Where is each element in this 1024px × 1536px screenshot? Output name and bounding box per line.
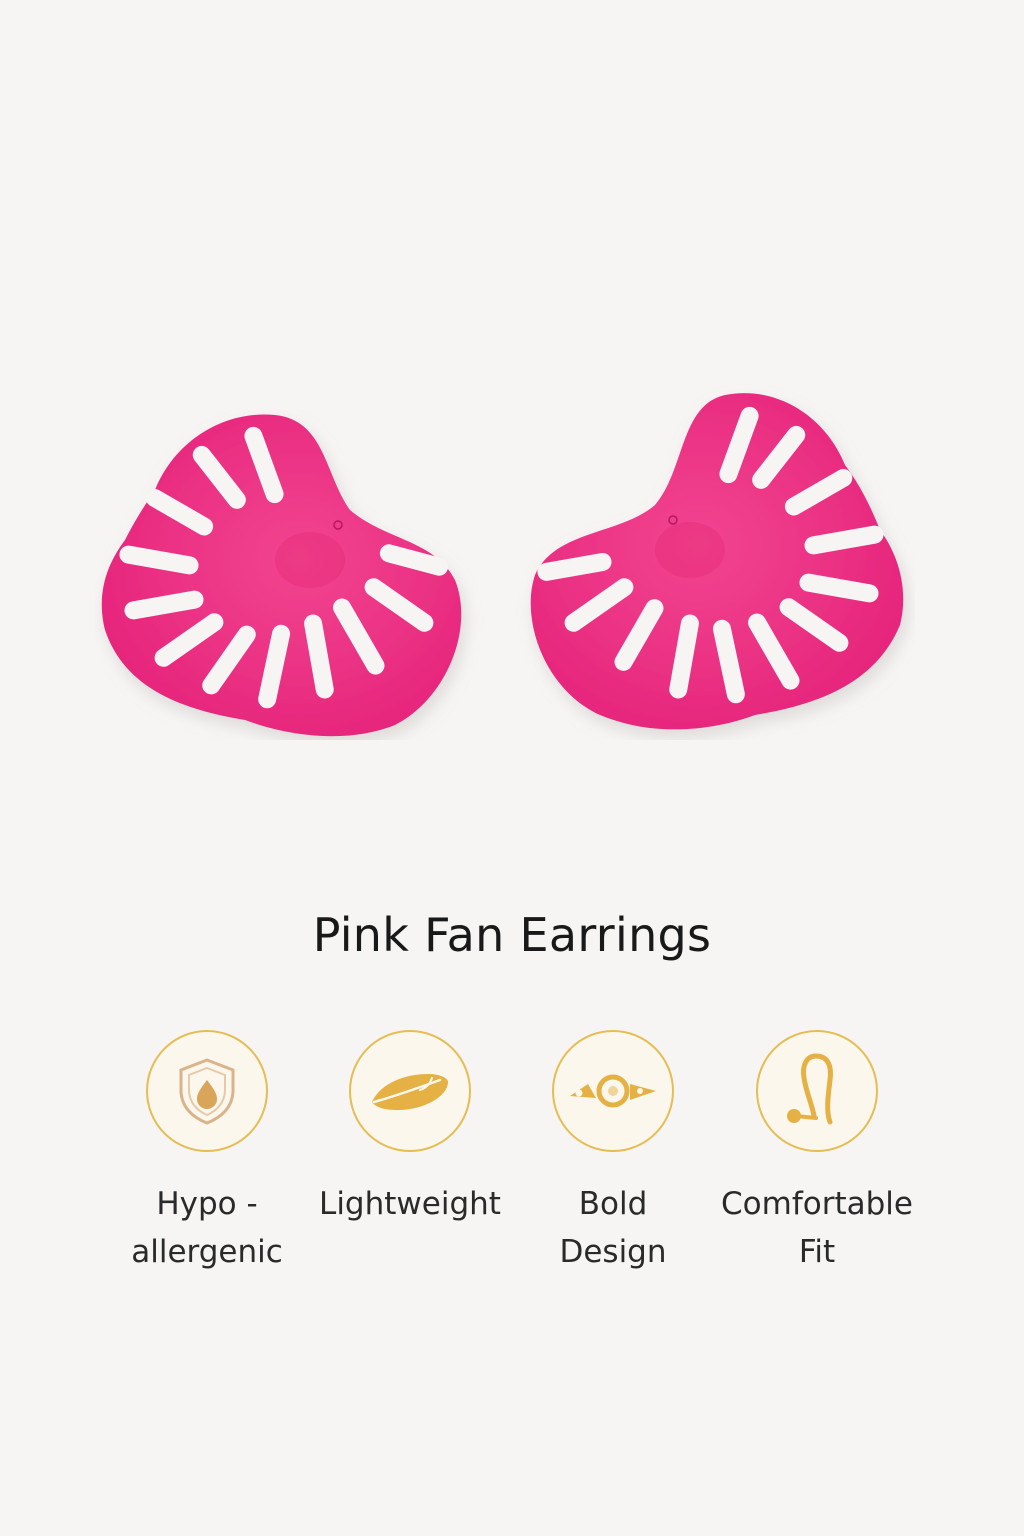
feature-badge xyxy=(552,1030,674,1152)
feature-list: Hypo - allergenic Lightweight Bold Desig… xyxy=(0,1030,1024,1330)
gem-icon xyxy=(570,1074,656,1108)
feature-label: Hypo - allergenic xyxy=(131,1186,283,1270)
feature-bold-design: Bold Design xyxy=(513,1030,713,1276)
product-image xyxy=(0,0,1024,880)
feature-badge xyxy=(349,1030,471,1152)
feature-hypoallergenic: Hypo - allergenic xyxy=(107,1030,307,1276)
product-title: Pink Fan Earrings xyxy=(312,908,712,962)
left-earring xyxy=(101,414,462,737)
feather-icon xyxy=(372,1074,448,1110)
shield-icon xyxy=(179,1058,235,1125)
feature-comfortable-fit: Comfortable Fit xyxy=(717,1030,917,1276)
feature-label: Lightweight xyxy=(319,1186,501,1222)
feature-badge xyxy=(146,1030,268,1152)
feature-badge xyxy=(756,1030,878,1152)
feature-label: Comfortable Fit xyxy=(721,1186,913,1270)
earring-hook-icon xyxy=(787,1053,833,1125)
right-earring xyxy=(530,393,904,730)
feature-lightweight: Lightweight xyxy=(310,1030,510,1228)
feature-label: Bold Design xyxy=(559,1186,667,1270)
